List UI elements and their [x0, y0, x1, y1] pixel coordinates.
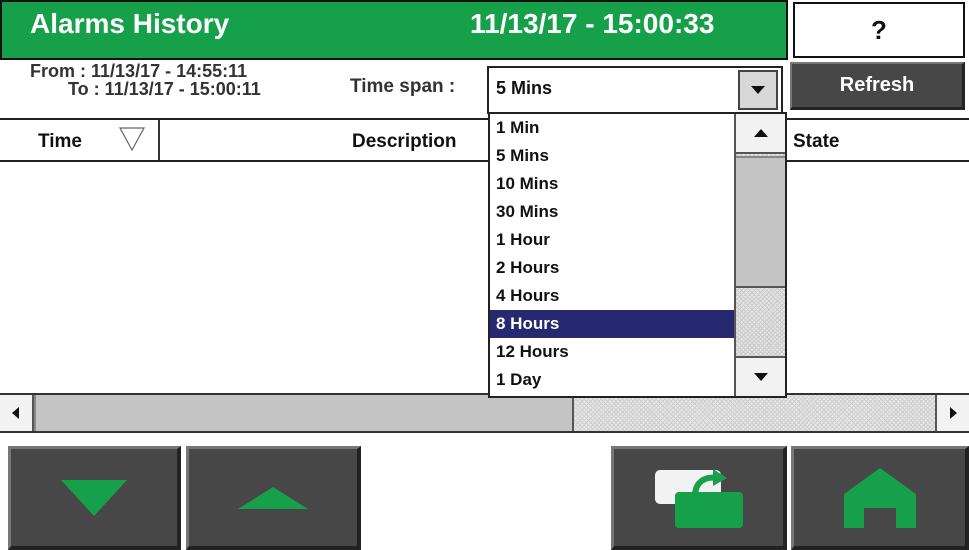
dropdown-option[interactable]: 1 Min [490, 114, 735, 142]
refresh-button[interactable]: Refresh [790, 62, 965, 110]
arrow-up-icon [753, 129, 768, 137]
from-label: From : [30, 61, 86, 81]
from-range: From : 11/13/17 - 14:55:11 [30, 61, 248, 81]
help-button-label: ? [871, 14, 887, 45]
help-button[interactable]: ? [793, 2, 965, 58]
column-divider[interactable] [158, 120, 160, 160]
dropdown-option[interactable]: 12 Hours [490, 338, 735, 366]
page-title: Alarms History [30, 8, 230, 39]
arrow-right-icon [950, 407, 957, 419]
chevron-down-icon [751, 86, 765, 94]
column-header-description[interactable]: Description [352, 131, 457, 153]
column-header-state[interactable]: State [793, 131, 839, 153]
to-range: To : 11/13/17 - 15:00:11 [68, 79, 261, 99]
arrow-left-icon [12, 407, 19, 419]
to-label: To : [68, 79, 100, 99]
arrow-up-icon [238, 486, 308, 509]
dropdown-scroll-down-button[interactable] [736, 356, 785, 396]
horizontal-scroll-thumb[interactable] [34, 395, 574, 431]
scroll-left-button[interactable] [0, 395, 34, 431]
arrow-down-icon [61, 479, 127, 516]
to-value: 11/13/17 - 15:00:11 [104, 79, 261, 99]
dropdown-scroll-up-button[interactable] [736, 114, 785, 154]
scroll-right-button[interactable] [935, 395, 969, 431]
column-header-time[interactable]: Time [38, 131, 82, 153]
alarms-table-body [0, 162, 969, 392]
dropdown-option[interactable]: 30 Mins [490, 198, 735, 226]
swap-screen-icon [654, 468, 743, 528]
time-span-label: Time span : [350, 76, 456, 97]
dropdown-scroll-thumb[interactable] [736, 156, 785, 288]
dropdown-option[interactable]: 1 Hour [490, 226, 735, 254]
refresh-button-label: Refresh [839, 74, 915, 96]
current-datetime: 11/13/17 - 15:00:33 [470, 8, 715, 39]
dropdown-option[interactable]: 8 Hours [490, 310, 735, 338]
swap-screen-button[interactable] [611, 446, 787, 550]
dropdown-option[interactable]: 5 Mins [490, 142, 735, 170]
time-span-value: 5 Mins [496, 78, 553, 98]
dropdown-option[interactable]: 2 Hours [490, 254, 735, 282]
home-icon [843, 467, 916, 528]
dropdown-option[interactable]: 4 Hours [490, 282, 735, 310]
arrow-down-icon [753, 373, 768, 381]
sort-descending-icon[interactable] [118, 124, 146, 154]
from-value: 11/13/17 - 14:55:11 [91, 61, 248, 81]
home-button[interactable] [791, 446, 969, 550]
scroll-down-button[interactable] [8, 446, 181, 550]
dropdown-option[interactable]: 10 Mins [490, 170, 735, 198]
dropdown-toggle-button[interactable] [738, 70, 778, 110]
scroll-up-button[interactable] [186, 446, 361, 550]
dropdown-option[interactable]: 1 Day [490, 366, 735, 394]
